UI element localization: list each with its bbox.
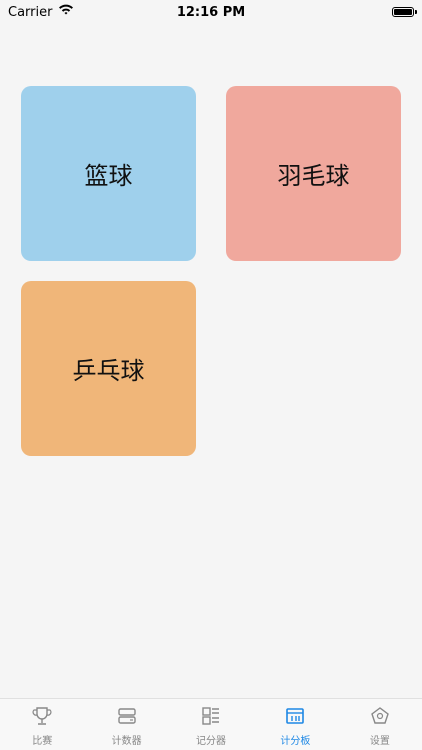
tab-scorer-label: 记分器 bbox=[196, 736, 227, 747]
pingpong-label: 乒乓球 bbox=[72, 357, 145, 385]
trophy-icon bbox=[31, 705, 53, 732]
status-bar: Carrier 12:16 PM bbox=[0, 0, 422, 24]
tab-counter[interactable]: 计数器 bbox=[84, 699, 168, 750]
tab-settings-label: 设置 bbox=[369, 736, 390, 747]
badminton-label: 羽毛球 bbox=[277, 162, 350, 190]
tab-scoreboard-label: 计分板 bbox=[280, 736, 311, 747]
basketball-card[interactable]: 篮球 bbox=[21, 86, 196, 261]
tab-counter-label: 计数器 bbox=[111, 736, 142, 747]
status-left: Carrier bbox=[0, 4, 74, 20]
tab-bar: 比赛 计数器 记分器 计分板 设置 bbox=[0, 698, 422, 750]
tab-match-label: 比赛 bbox=[32, 736, 53, 747]
grid-list-icon bbox=[200, 705, 222, 732]
badminton-card[interactable]: 羽毛球 bbox=[226, 86, 401, 261]
scoreboard-icon bbox=[284, 705, 306, 732]
pingpong-card[interactable]: 乒乓球 bbox=[21, 281, 196, 456]
tab-settings[interactable]: 设置 bbox=[338, 699, 422, 750]
battery-icon bbox=[392, 7, 417, 17]
counter-icon bbox=[116, 705, 138, 732]
basketball-label: 篮球 bbox=[84, 162, 133, 190]
wifi-icon bbox=[58, 4, 74, 20]
tab-match[interactable]: 比赛 bbox=[0, 699, 84, 750]
pentagon-icon bbox=[369, 705, 391, 732]
tab-scoreboard[interactable]: 计分板 bbox=[253, 699, 337, 750]
status-right bbox=[392, 7, 422, 17]
status-time: 12:16 PM bbox=[176, 4, 246, 20]
tab-scorer[interactable]: 记分器 bbox=[169, 699, 253, 750]
carrier-label: Carrier bbox=[8, 4, 53, 20]
